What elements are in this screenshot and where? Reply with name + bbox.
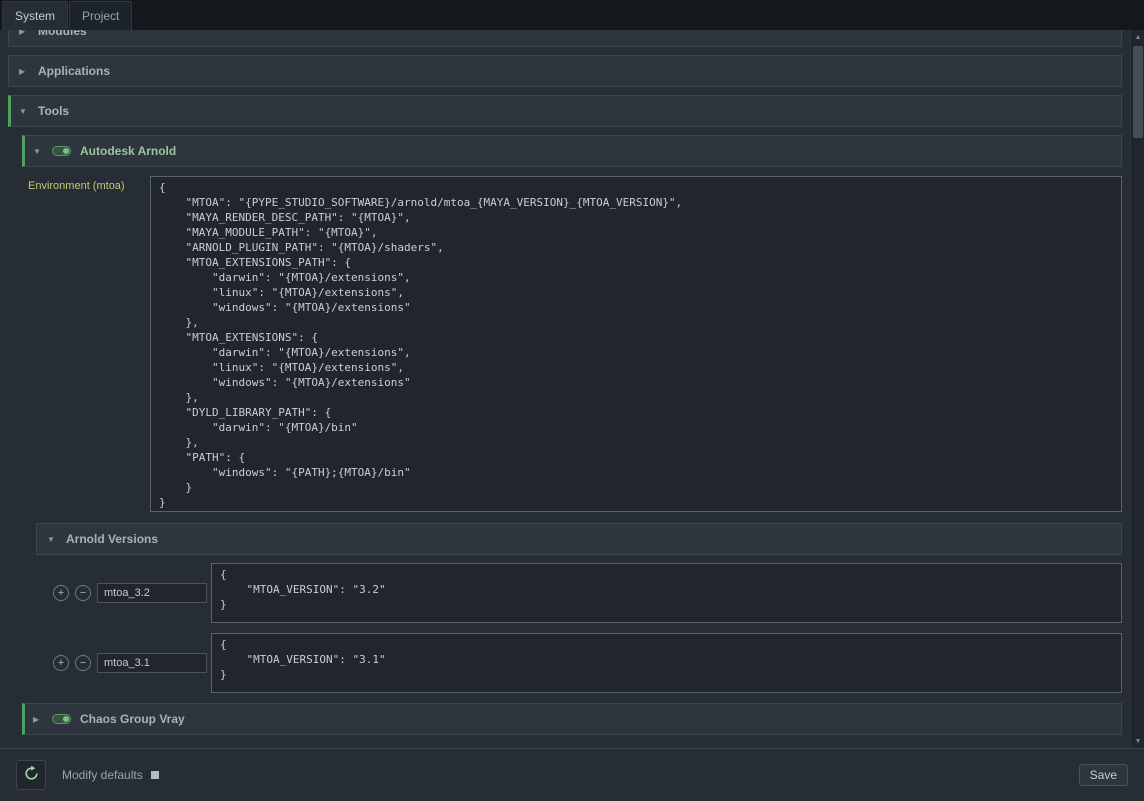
enable-toggle-icon[interactable]	[52, 714, 71, 724]
enable-toggle-icon[interactable]	[52, 146, 71, 156]
version-name-input[interactable]	[97, 583, 207, 603]
section-header-modules[interactable]: ▶ Modules	[8, 30, 1122, 47]
chevron-down-icon: ▼	[19, 107, 29, 116]
tab-project[interactable]: Project	[69, 1, 132, 30]
scroll-up-icon[interactable]: ▲	[1131, 30, 1144, 44]
refresh-icon	[23, 765, 40, 785]
environment-editor[interactable]: { "MTOA": "{PYPE_STUDIO_SOFTWARE}/arnold…	[150, 176, 1122, 512]
section-header-tools[interactable]: ▼ Tools	[8, 95, 1122, 127]
chevron-right-icon: ▶	[19, 30, 29, 36]
scrollbar-track[interactable]	[1131, 44, 1144, 734]
vertical-scrollbar[interactable]: ▲ ▼	[1130, 30, 1144, 748]
version-row-controls: + −	[36, 585, 91, 601]
add-version-button[interactable]: +	[53, 655, 69, 671]
group-label-chaos-group-vray: Chaos Group Vray	[80, 712, 185, 726]
tools-body: ▼ Autodesk Arnold Environment (mtoa) { "…	[22, 135, 1122, 735]
group-label-autodesk-arnold: Autodesk Arnold	[80, 144, 176, 158]
group-header-autodesk-arnold[interactable]: ▼ Autodesk Arnold	[22, 135, 1122, 167]
section-header-applications[interactable]: ▶ Applications	[8, 55, 1122, 87]
environment-label: Environment (mtoa)	[22, 176, 150, 512]
section-label-modules: Modules	[38, 30, 87, 38]
section-label-tools: Tools	[38, 104, 69, 118]
section-label-arnold-versions: Arnold Versions	[66, 532, 158, 546]
scrollbar-thumb[interactable]	[1133, 46, 1143, 138]
group-header-chaos-group-vray[interactable]: ▶ Chaos Group Vray	[22, 703, 1122, 735]
save-button[interactable]: Save	[1079, 764, 1128, 786]
chevron-down-icon: ▼	[47, 535, 57, 544]
footer-bar: Modify defaults Save	[0, 748, 1144, 801]
arnold-body: Environment (mtoa) { "MTOA": "{PYPE_STUD…	[22, 176, 1122, 693]
tab-bar: System Project	[0, 0, 1144, 30]
version-row: + − { "MTOA_VERSION": "3.2" }	[36, 563, 1122, 623]
scroll-down-icon[interactable]: ▼	[1131, 734, 1144, 748]
section-label-applications: Applications	[38, 64, 110, 78]
version-value-editor[interactable]: { "MTOA_VERSION": "3.1" }	[211, 633, 1122, 693]
version-row: + − { "MTOA_VERSION": "3.1" }	[36, 633, 1122, 693]
chevron-right-icon: ▶	[33, 715, 43, 724]
tab-system[interactable]: System	[2, 1, 68, 30]
section-header-arnold-versions[interactable]: ▼ Arnold Versions	[36, 523, 1122, 555]
remove-version-button[interactable]: −	[75, 655, 91, 671]
modify-defaults-label: Modify defaults	[62, 768, 143, 782]
settings-scroll-area: ▶ Modules ▶ Applications ▼ Tools ▼ Autod…	[0, 30, 1130, 748]
version-name-input[interactable]	[97, 653, 207, 673]
version-row-controls: + −	[36, 655, 91, 671]
remove-version-button[interactable]: −	[75, 585, 91, 601]
chevron-right-icon: ▶	[19, 67, 29, 76]
version-value-editor[interactable]: { "MTOA_VERSION": "3.2" }	[211, 563, 1122, 623]
chevron-down-icon: ▼	[33, 147, 43, 156]
settings-main: ▶ Modules ▶ Applications ▼ Tools ▼ Autod…	[0, 30, 1144, 748]
settings-window: System Project ▶ Modules ▶ Applications …	[0, 0, 1144, 801]
environment-row: Environment (mtoa) { "MTOA": "{PYPE_STUD…	[22, 176, 1122, 512]
modify-defaults-checkbox[interactable]	[151, 771, 159, 779]
add-version-button[interactable]: +	[53, 585, 69, 601]
refresh-button[interactable]	[16, 760, 46, 790]
